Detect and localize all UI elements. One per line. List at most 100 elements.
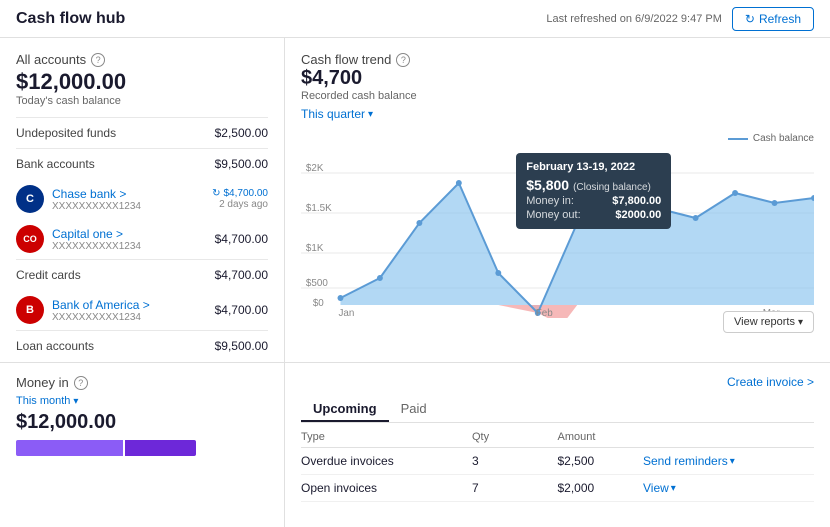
view-reports-button[interactable]: View reports ▾: [723, 311, 814, 333]
capital-one-icon: CO: [16, 225, 44, 253]
invoices-header: Create invoice >: [301, 375, 814, 389]
invoice-action-1: Send reminders ▾: [643, 454, 814, 468]
money-in-label: Money in: [16, 375, 69, 390]
invoice-type-1: Overdue invoices: [301, 454, 472, 468]
all-accounts-label: All accounts: [16, 52, 86, 67]
chart-container: Cash balance February 13-19, 2022 $5,800…: [301, 133, 814, 333]
view-button[interactable]: View ▾: [643, 481, 814, 495]
tooltip-money-out-value: $2000.00: [615, 209, 661, 221]
tooltip-money-out-label: Money out:: [526, 209, 580, 221]
money-in-panel: Money in ? This month ▾ $12,000.00: [0, 363, 285, 527]
tooltip-date: February 13-19, 2022: [526, 161, 661, 173]
all-accounts-info-icon[interactable]: ?: [91, 53, 105, 67]
send-reminders-button[interactable]: Send reminders ▾: [643, 454, 814, 468]
progress-segment-1: [16, 440, 123, 456]
svg-text:$0: $0: [313, 298, 324, 309]
chase-account-number: XXXXXXXXXX1234: [52, 201, 204, 212]
chase-days: 2 days ago: [212, 199, 268, 210]
credit-cards-label: Credit cards: [16, 268, 81, 282]
svg-text:Jan: Jan: [338, 308, 354, 318]
chase-right: ↻ $4,700.00 2 days ago: [212, 188, 268, 210]
tooltip-money-out-row: Money out: $2000.00: [526, 209, 661, 221]
invoice-action-2: View ▾: [643, 481, 814, 495]
tooltip-money-in-label: Money in:: [526, 195, 574, 207]
view-chevron-icon: ▾: [671, 483, 676, 494]
left-panel: All accounts ? $12,000.00 Today's cash b…: [0, 38, 285, 362]
svg-text:$1.5K: $1.5K: [306, 203, 332, 214]
invoice-amount-1: $2,500: [558, 454, 644, 468]
col-type-header: Type: [301, 431, 472, 443]
capital-one-right: $4,700.00: [215, 232, 268, 246]
send-reminders-chevron-icon: ▾: [730, 456, 735, 467]
invoice-qty-2: 7: [472, 481, 558, 495]
money-in-header: Money in ?: [16, 375, 268, 390]
chart-panel: Cash flow trend ? $4,700 Recorded cash b…: [285, 38, 830, 362]
bottom-row: Money in ? This month ▾ $12,000.00 Creat…: [0, 362, 830, 527]
undeposited-label: Undeposited funds: [16, 126, 116, 140]
quarter-chevron-icon: ▾: [368, 109, 373, 120]
tooltip-money-in-value: $7,800.00: [612, 195, 661, 207]
refresh-info: Last refreshed on 6/9/2022 9:47 PM: [546, 13, 722, 25]
bank-accounts-label: Bank accounts: [16, 157, 95, 171]
boa-account-number: XXXXXXXXXX1234: [52, 312, 207, 323]
total-amount: $12,000.00: [16, 69, 268, 95]
invoice-row: Overdue invoices 3 $2,500 Send reminders…: [301, 448, 814, 475]
top-row: All accounts ? $12,000.00 Today's cash b…: [0, 38, 830, 362]
chart-header: Cash flow trend ? $4,700 Recorded cash b…: [301, 52, 814, 127]
header-right: Last refreshed on 6/9/2022 9:47 PM ↻ Ref…: [546, 7, 814, 31]
tooltip-money-in-row: Money in: $7,800.00: [526, 195, 661, 207]
tooltip-amount: $5,800: [526, 177, 569, 193]
loan-accounts-label: Loan accounts: [16, 339, 94, 353]
create-invoice-link[interactable]: Create invoice >: [727, 375, 814, 389]
legend-label: Cash balance: [753, 133, 814, 144]
refresh-icon: ↻: [745, 12, 755, 26]
boa-icon: B: [16, 296, 44, 324]
svg-text:$500: $500: [306, 278, 328, 289]
legend-line-icon: [728, 138, 748, 140]
capital-one-account-number: XXXXXXXXXX1234: [52, 241, 207, 252]
money-in-amount: $12,000.00: [16, 411, 268, 434]
progress-segment-2: [125, 440, 196, 456]
view-reports-chevron-icon: ▾: [798, 317, 803, 328]
cash-balance-label: Today's cash balance: [16, 95, 268, 107]
svg-text:$2K: $2K: [306, 163, 324, 174]
progress-bar: [16, 440, 196, 456]
boa-right: $4,700.00: [215, 303, 268, 317]
chase-sync: ↻ $4,700.00: [212, 188, 268, 199]
boa-info: Bank of America > XXXXXXXXXX1234: [52, 298, 207, 323]
refresh-button[interactable]: ↻ Refresh: [732, 7, 814, 31]
chase-icon: C: [16, 185, 44, 213]
tab-upcoming[interactable]: Upcoming: [301, 397, 389, 422]
chart-amount: $4,700: [301, 67, 814, 90]
tooltip-closing: (Closing balance): [573, 182, 651, 193]
svg-text:Feb: Feb: [536, 308, 553, 318]
page-container: Cash flow hub Last refreshed on 6/9/2022…: [0, 0, 830, 527]
svg-text:$1K: $1K: [306, 243, 324, 254]
chase-name[interactable]: Chase bank >: [52, 187, 204, 201]
tab-paid[interactable]: Paid: [389, 397, 439, 422]
invoice-table-header: Type Qty Amount: [301, 431, 814, 448]
invoice-table: Type Qty Amount Overdue invoices 3 $2,50…: [301, 431, 814, 502]
capital-one-item: CO Capital one > XXXXXXXXXX1234 $4,700.0…: [16, 219, 268, 259]
col-action-header: [643, 431, 814, 443]
quarter-selector[interactable]: This quarter ▾: [301, 107, 373, 121]
loan-accounts-row: Loan accounts $9,500.00: [16, 330, 268, 361]
chase-info: Chase bank > XXXXXXXXXX1234: [52, 187, 204, 212]
main-content: All accounts ? $12,000.00 Today's cash b…: [0, 38, 830, 527]
undeposited-funds-row: Undeposited funds $2,500.00: [16, 117, 268, 148]
invoices-panel: Create invoice > Upcoming Paid Type Qty …: [285, 363, 830, 527]
chart-title-row: Cash flow trend ?: [301, 52, 814, 67]
invoice-qty-1: 3: [472, 454, 558, 468]
chart-legend: Cash balance: [728, 133, 814, 144]
invoices-tabs: Upcoming Paid: [301, 397, 814, 423]
chart-info-icon[interactable]: ?: [396, 53, 410, 67]
boa-name[interactable]: Bank of America >: [52, 298, 207, 312]
month-chevron-icon: ▾: [73, 396, 78, 407]
capital-one-amount: $4,700.00: [215, 232, 268, 246]
undeposited-amount: $2,500.00: [215, 126, 268, 140]
money-in-info-icon[interactable]: ?: [74, 376, 88, 390]
bank-accounts-row: Bank accounts $9,500.00: [16, 148, 268, 179]
all-accounts-header: All accounts ?: [16, 52, 268, 67]
month-selector[interactable]: This month ▾: [16, 395, 78, 407]
capital-one-name[interactable]: Capital one >: [52, 227, 207, 241]
